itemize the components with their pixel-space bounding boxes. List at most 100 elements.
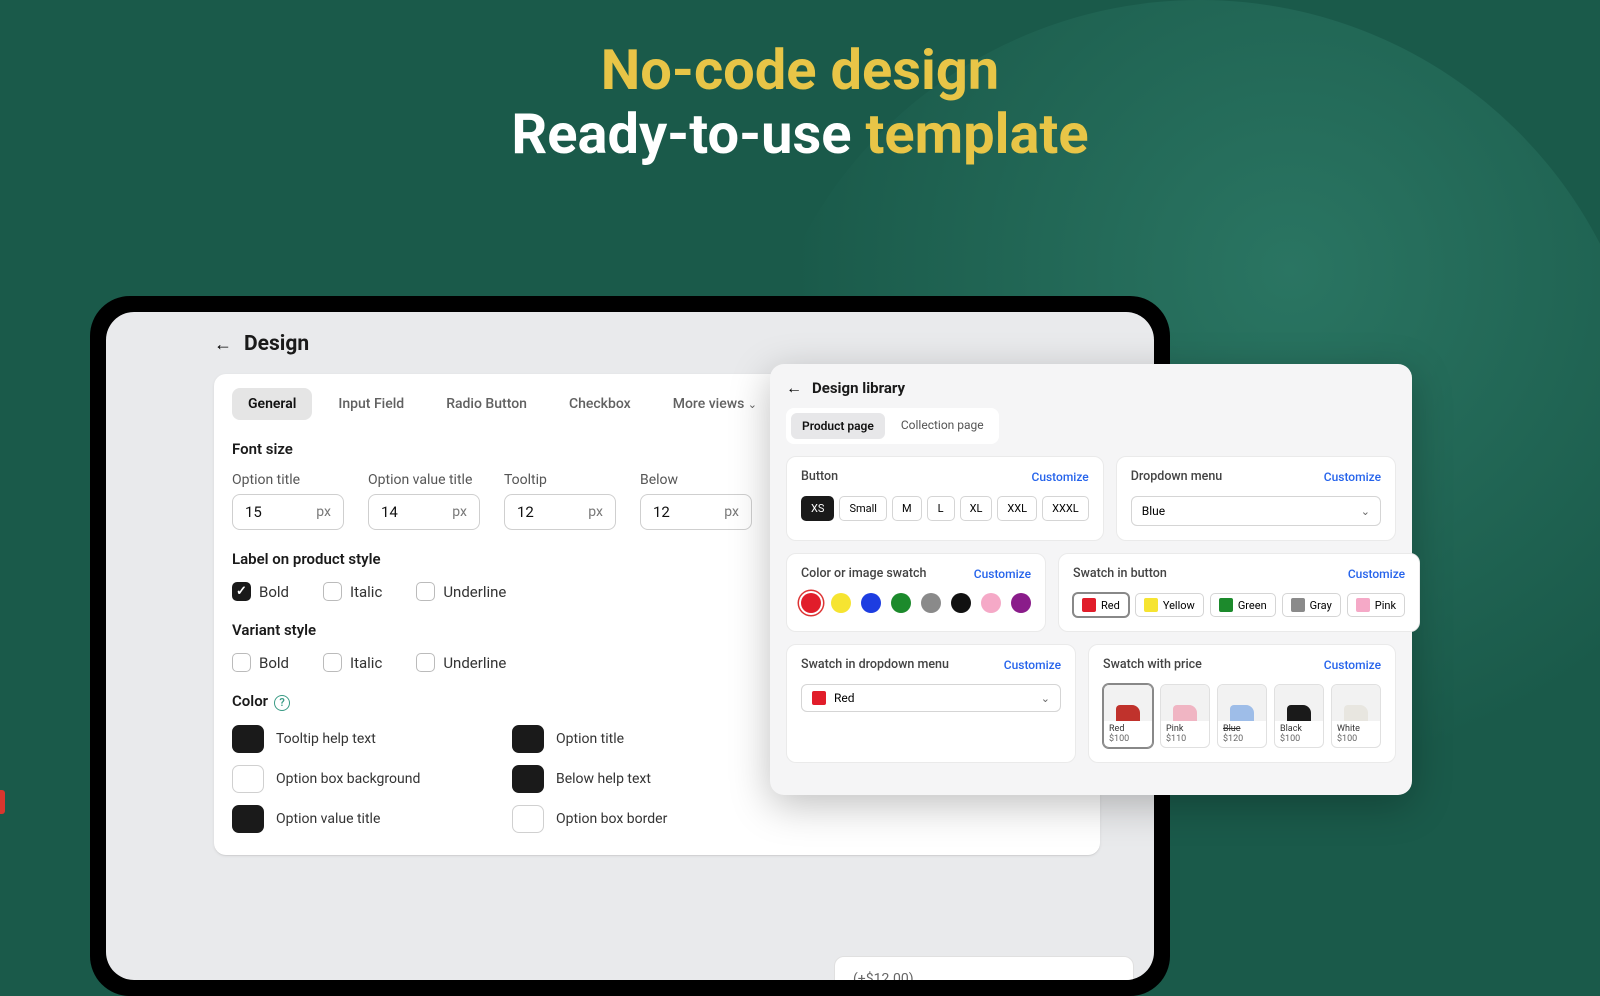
- color-label: Tooltip help text: [276, 731, 376, 747]
- color-swatch[interactable]: [232, 805, 264, 833]
- shoe-thumb: [1275, 685, 1323, 721]
- price-card-black[interactable]: Black$100: [1274, 684, 1324, 748]
- swatch-btn-green[interactable]: Green: [1210, 593, 1276, 617]
- customize-link[interactable]: Customize: [1324, 470, 1381, 484]
- dropdown-card-title: Dropdown menu: [1131, 469, 1223, 484]
- color-label: Option box background: [276, 771, 420, 787]
- fs-label: Option title: [232, 472, 344, 488]
- color-dot[interactable]: [951, 593, 971, 613]
- color-dot[interactable]: [891, 593, 911, 613]
- swatch-dropdown[interactable]: Red ⌄: [801, 684, 1061, 712]
- color-swatch[interactable]: [512, 725, 544, 753]
- checkbox-box[interactable]: [323, 582, 342, 601]
- checkbox-italic[interactable]: Italic: [323, 582, 382, 601]
- button-card-title: Button: [801, 469, 838, 484]
- fs-unit: px: [588, 504, 603, 520]
- back-arrow-icon[interactable]: ←: [786, 378, 802, 398]
- tab-checkbox[interactable]: Checkbox: [553, 388, 647, 420]
- price-value: $100: [1109, 734, 1147, 744]
- color-dot[interactable]: [1011, 593, 1031, 613]
- tab-general[interactable]: General: [232, 388, 312, 420]
- swatch-btn-gray[interactable]: Gray: [1282, 593, 1341, 617]
- checkbox-box[interactable]: [416, 582, 435, 601]
- fs-input[interactable]: px: [232, 494, 344, 530]
- fs-unit: px: [316, 504, 331, 520]
- fs-input[interactable]: px: [504, 494, 616, 530]
- checkbox-box[interactable]: [232, 653, 251, 672]
- checkbox-box[interactable]: [416, 653, 435, 672]
- color-swatch[interactable]: [232, 725, 264, 753]
- price-card-red[interactable]: Red$100: [1103, 684, 1153, 748]
- tab-radio-button[interactable]: Radio Button: [430, 388, 543, 420]
- color-swatch[interactable]: [232, 765, 264, 793]
- fs-input[interactable]: px: [368, 494, 480, 530]
- price-card-blue[interactable]: Blue$120: [1217, 684, 1267, 748]
- color-dot[interactable]: [801, 593, 821, 613]
- back-arrow-icon[interactable]: ←: [214, 334, 232, 355]
- swatch-button-card: Swatch in button Customize RedYellowGree…: [1058, 553, 1420, 632]
- headline-line-2-yellow: template: [865, 101, 1088, 167]
- color-label: Option box border: [556, 811, 667, 827]
- shoe-thumb: [1332, 685, 1380, 721]
- price-value: $110: [1166, 734, 1204, 744]
- checkbox-box[interactable]: [232, 582, 251, 601]
- customize-link[interactable]: Customize: [1324, 658, 1381, 672]
- checkbox-bold[interactable]: Bold: [232, 582, 289, 601]
- help-icon[interactable]: ?: [274, 695, 290, 711]
- lib-tab-collection-page[interactable]: Collection page: [891, 413, 994, 439]
- chevron-down-icon: ⌄: [1041, 692, 1050, 705]
- lib-tab-product-page[interactable]: Product page: [791, 413, 885, 439]
- size-btn-m[interactable]: M: [892, 496, 922, 521]
- color-swatch[interactable]: [512, 765, 544, 793]
- checkbox-underline[interactable]: Underline: [416, 653, 506, 672]
- headline-line-1: No-code design: [511, 38, 1088, 102]
- swatch-btn-pink[interactable]: Pink: [1347, 593, 1405, 617]
- fs-input-field[interactable]: [517, 503, 559, 521]
- customize-link[interactable]: Customize: [974, 567, 1031, 581]
- price-name: Black: [1280, 724, 1318, 734]
- customize-link[interactable]: Customize: [1348, 567, 1405, 581]
- size-btn-l[interactable]: L: [927, 496, 955, 521]
- checkbox-box[interactable]: [323, 653, 342, 672]
- color-swatch[interactable]: [512, 805, 544, 833]
- dropdown-select[interactable]: Blue ⌄: [1131, 496, 1381, 526]
- swatch-btn-red[interactable]: Red: [1073, 593, 1129, 617]
- customize-link[interactable]: Customize: [1032, 470, 1089, 484]
- checkbox-bold[interactable]: Bold: [232, 653, 289, 672]
- chevron-down-icon: ⌄: [1361, 505, 1370, 518]
- checkbox-underline[interactable]: Underline: [416, 582, 506, 601]
- tab-more-views[interactable]: More views ⌄: [657, 388, 773, 420]
- size-btn-xl[interactable]: XL: [960, 496, 993, 521]
- chevron-down-icon: ⌄: [748, 398, 757, 411]
- red-edge-tab: [0, 790, 5, 814]
- fs-label: Option value title: [368, 472, 480, 488]
- marketing-headline: No-code design Ready-to-use template: [511, 38, 1088, 167]
- fs-unit: px: [452, 504, 467, 520]
- customize-link[interactable]: Customize: [1004, 658, 1061, 672]
- color-dot[interactable]: [861, 593, 881, 613]
- fs-input-field[interactable]: [381, 503, 423, 521]
- fs-input-field[interactable]: [245, 503, 287, 521]
- checkbox-label: Italic: [350, 654, 382, 672]
- button-card: Button Customize XSSmallMLXLXXLXXXL: [786, 456, 1104, 541]
- swatch-label: Red: [1101, 599, 1120, 612]
- price-card-pink[interactable]: Pink$110: [1160, 684, 1210, 748]
- size-btn-xxxl[interactable]: XXXL: [1042, 496, 1089, 521]
- swatch-dropdown-card: Swatch in dropdown menu Customize Red ⌄: [786, 644, 1076, 763]
- price-card-white[interactable]: White$100: [1331, 684, 1381, 748]
- library-title: Design library: [812, 379, 905, 397]
- size-btn-xxl[interactable]: XXL: [997, 496, 1037, 521]
- fs-input[interactable]: px: [640, 494, 752, 530]
- swatch-square: [1356, 598, 1370, 612]
- tab-input-field[interactable]: Input Field: [322, 388, 420, 420]
- swatch-label: Gray: [1310, 599, 1332, 612]
- size-btn-xs[interactable]: XS: [801, 496, 834, 521]
- color-dot[interactable]: [981, 593, 1001, 613]
- swatch-btn-yellow[interactable]: Yellow: [1135, 593, 1204, 617]
- fs-input-field[interactable]: [653, 503, 695, 521]
- swatch-square: [1291, 598, 1305, 612]
- color-dot[interactable]: [921, 593, 941, 613]
- checkbox-italic[interactable]: Italic: [323, 653, 382, 672]
- color-dot[interactable]: [831, 593, 851, 613]
- size-btn-small[interactable]: Small: [839, 496, 887, 521]
